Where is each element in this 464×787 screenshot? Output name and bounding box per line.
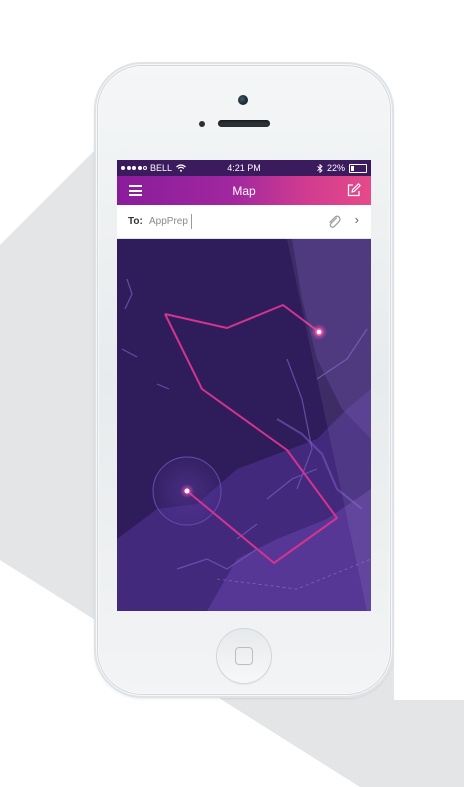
chevron-right-icon[interactable]: › (355, 212, 359, 227)
battery-level (351, 165, 355, 171)
status-bar: BELL 4:21 PM 22% (117, 160, 371, 176)
front-camera (238, 95, 248, 105)
bluetooth-icon (317, 163, 323, 173)
battery-percent: 22% (326, 163, 345, 173)
paperclip-icon[interactable] (327, 214, 341, 230)
home-button[interactable] (216, 628, 272, 684)
proximity-sensor (199, 121, 205, 127)
battery-icon (349, 163, 367, 173)
text-cursor (191, 214, 192, 229)
recipient-label: To: (128, 216, 143, 227)
page-title: Map (232, 184, 256, 198)
recipient-input[interactable]: AppPrep (149, 216, 188, 227)
origin-pin-icon[interactable] (184, 488, 190, 494)
map-view[interactable] (117, 239, 371, 611)
earpiece-speaker (218, 120, 270, 127)
home-square-icon (235, 647, 253, 665)
recipient-bar: To: AppPrep › (117, 205, 371, 239)
phone-screen: BELL 4:21 PM 22% Map To: AppPrep › (117, 160, 371, 611)
nav-bar: Map (117, 176, 371, 205)
compose-icon[interactable] (347, 183, 361, 197)
